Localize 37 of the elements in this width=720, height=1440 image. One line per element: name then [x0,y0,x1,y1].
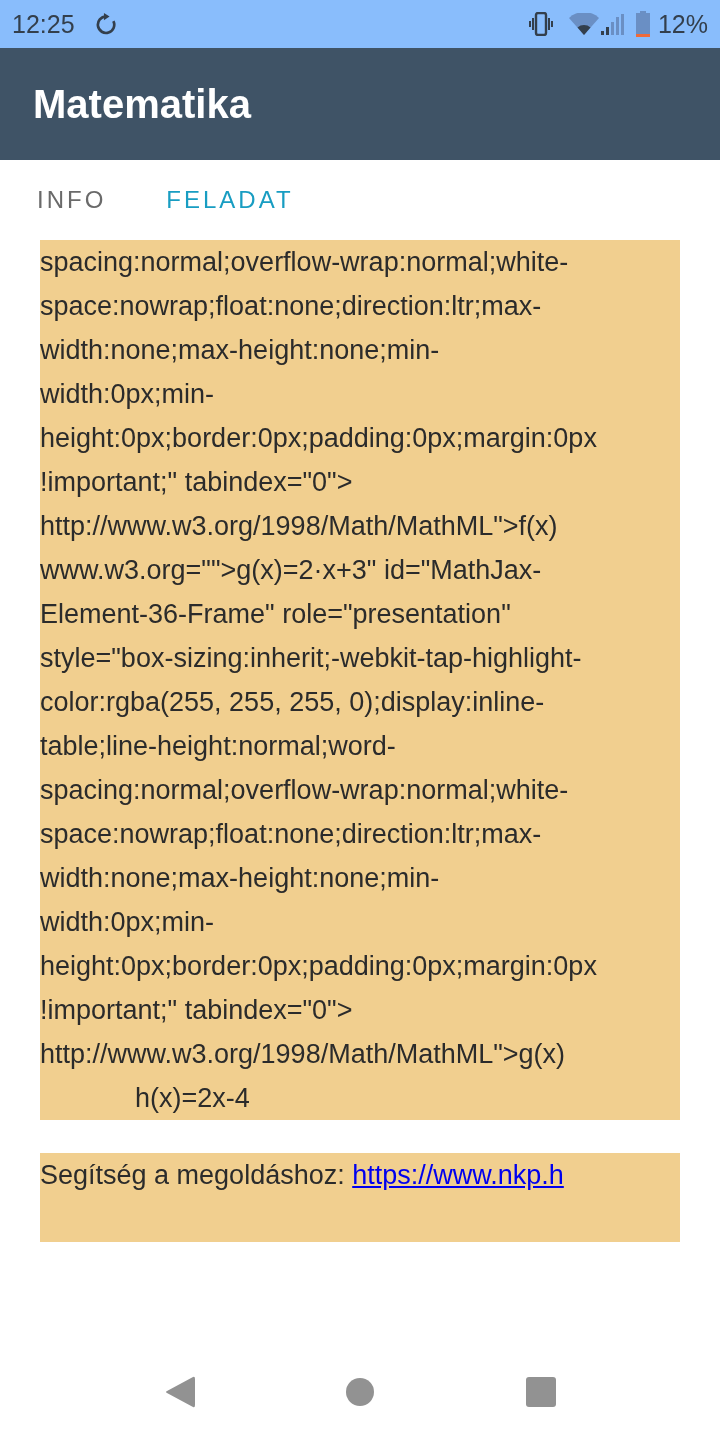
back-button[interactable] [164,1376,195,1408]
code-text-line: space:nowrap;float:none;direction:ltr;max- [40,290,542,323]
code-text-line: spacing:normal;overflow-wrap:normal;white- [40,246,569,279]
code-text-line: !important;" tabindex="0"> [40,994,353,1027]
home-button[interactable] [345,1378,374,1406]
code-text-line: height:0px;border:0px;padding:0px;margin:0px [40,422,597,455]
home-icon [345,1378,374,1406]
code-text-line: width:none;max-height:none;min- [40,862,440,895]
code-text-line: http://www.w3.org/1998/Math/MathML">g(x) [40,1038,566,1071]
formula-text: h(x)=2x-4 [134,1082,250,1115]
tab[interactable]: FELADAT [166,188,294,212]
wifi-icon [568,13,599,35]
code-text-line: height:0px;border:0px;padding:0px;margin:0px [40,950,597,983]
battery-percent: 12% [657,11,708,37]
code-text-line: table;line-height:normal;word- [40,730,396,763]
recents-button[interactable] [525,1377,556,1407]
code-text-line: http://www.w3.org/1998/Math/MathML">f(x) [40,510,558,543]
code-text-line: width:0px;min- [40,378,215,411]
battery-icon [635,11,650,37]
code-text-line: www.w3.org="">g(x)=2·x+3" id="MathJax- [40,554,542,587]
code-text-line: !important;" tabindex="0"> [40,466,353,499]
app-title: Matematika [33,84,251,124]
recents-icon [525,1377,556,1407]
help-link[interactable]: https://www.nkp.h [352,1160,564,1190]
code-text-line: style="box-sizing:inherit;-webkit-tap-highlight- [40,642,582,675]
code-text-line: Element-36-Frame" role="presentation" [40,598,511,631]
code-text-line: width:0px;min- [40,906,215,939]
code-text-line: space:nowrap;float:none;direction:ltr;max- [40,818,542,851]
code-text-line: color:rgba(255, 255, 255, 0);display:inline- [40,686,545,719]
code-text-line: spacing:normal;overflow-wrap:normal;white- [40,774,569,807]
signal-icon [600,13,624,35]
tab[interactable]: INFO [37,188,107,212]
back-icon [164,1376,195,1408]
sync-icon [94,13,117,35]
help-text: Segítség a megoldáshoz: https://www.nkp.h [40,1159,564,1192]
clock-time: 12:25 [12,11,75,37]
code-text-line: width:none;max-height:none;min- [40,334,440,367]
